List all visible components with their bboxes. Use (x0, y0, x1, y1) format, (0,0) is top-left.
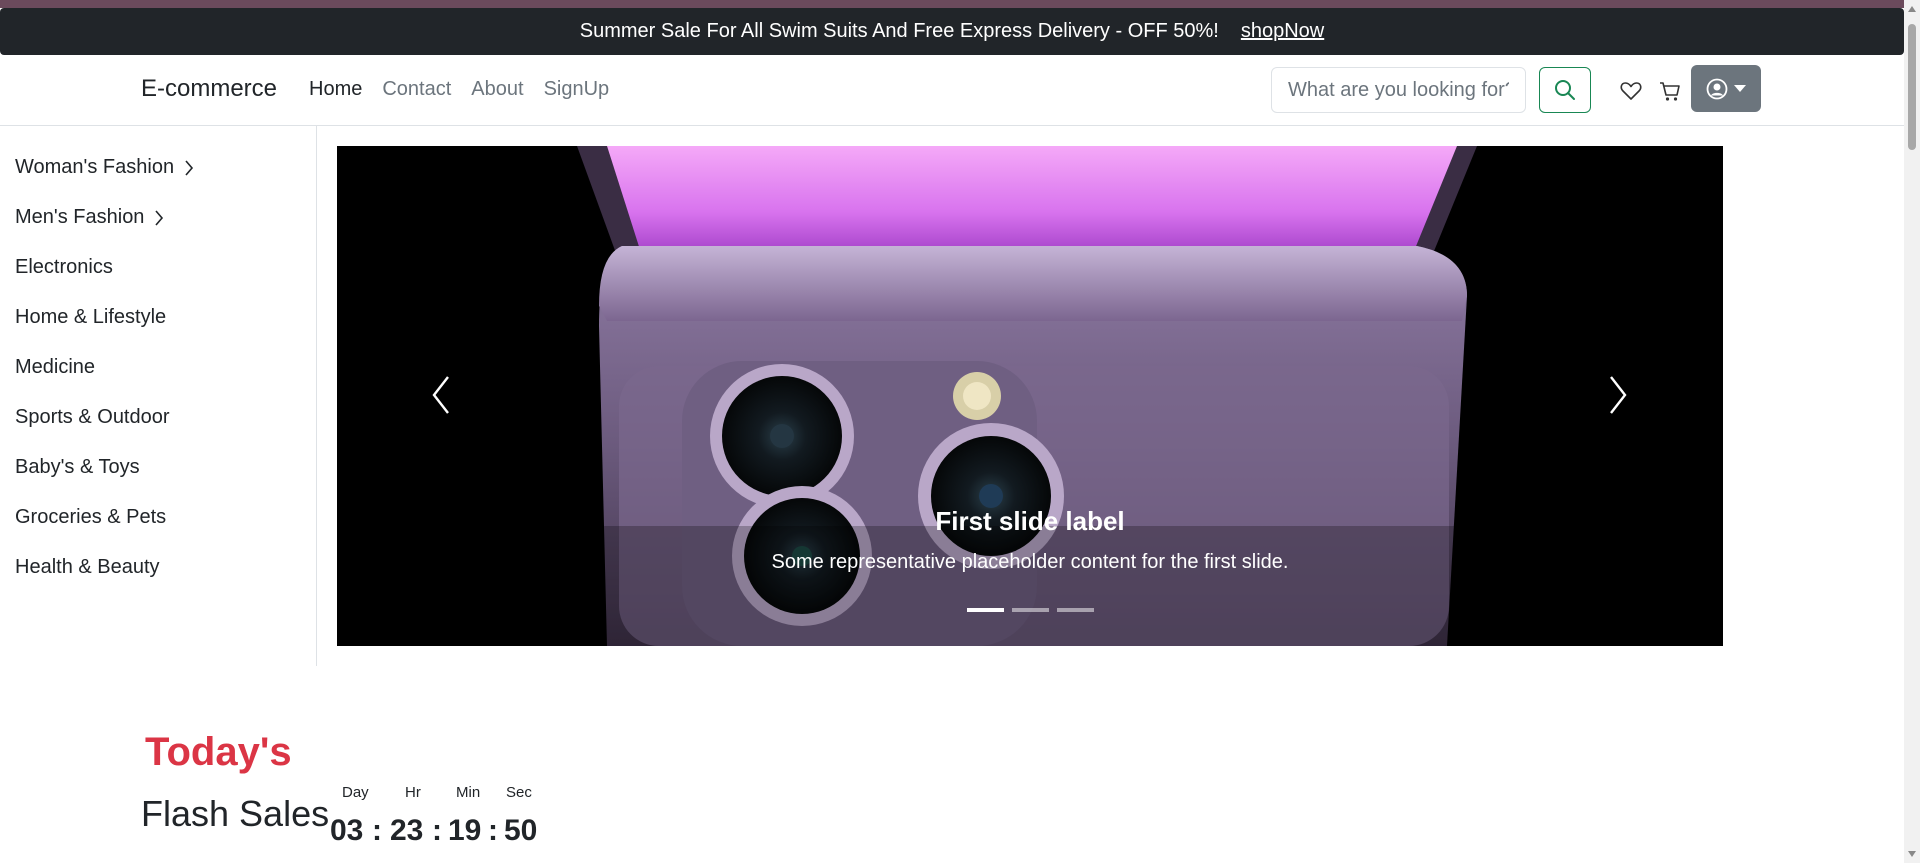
sidebar-item-label: Baby's & Toys (15, 456, 140, 478)
user-menu-button[interactable] (1691, 65, 1761, 112)
promo-bar: Summer Sale For All Swim Suits And Free … (0, 8, 1904, 55)
sidebar-item-label: Sports & Outdoor (15, 406, 170, 428)
shop-now-link[interactable]: shopNow (1241, 20, 1324, 43)
sidebar-item-label: Home & Lifestyle (15, 306, 167, 328)
slide-caption-text: Some representative placeholder content … (771, 551, 1289, 573)
category-sidebar: Woman's Fashion Men's Fashion Electronic… (0, 126, 317, 666)
search-icon (1555, 80, 1575, 100)
cart-icon (1660, 82, 1680, 101)
scroll-down-icon[interactable] (1907, 849, 1917, 859)
sidebar-item-health-beauty[interactable]: Health & Beauty (15, 556, 160, 579)
sidebar-item-electronics[interactable]: Electronics (15, 256, 113, 279)
nav-link-about[interactable]: About (471, 78, 523, 101)
search-input[interactable] (1271, 67, 1526, 113)
timer-separator: : (488, 814, 498, 847)
timer-label-hr: Hr (405, 784, 421, 801)
carousel-prev-button[interactable] (421, 372, 461, 418)
sidebar-item-babys-toys[interactable]: Baby's & Toys (15, 456, 140, 479)
timer-value-hr: 23 (390, 814, 424, 847)
timer-separator: : (432, 814, 442, 847)
section-tag: Today's (145, 730, 292, 774)
hero-carousel: First slide label Some representative pl… (337, 146, 1723, 646)
search-button[interactable] (1539, 67, 1591, 113)
promo-text: Summer Sale For All Swim Suits And Free … (579, 20, 1219, 42)
user-circle-icon (1706, 78, 1728, 99)
carousel-indicator-3[interactable] (1056, 608, 1094, 612)
sidebar-item-label: Woman's Fashion (15, 156, 175, 178)
cart-button[interactable] (1658, 79, 1682, 103)
timer-label-day: Day (342, 784, 369, 801)
nav-link-contact[interactable]: Contact (382, 78, 451, 101)
chevron-right-icon (184, 159, 194, 176)
wishlist-button[interactable] (1619, 79, 1643, 103)
timer-value-sec: 50 (504, 814, 538, 847)
sidebar-item-label: Groceries & Pets (15, 506, 167, 528)
sidebar-item-groceries-pets[interactable]: Groceries & Pets (15, 506, 166, 529)
sidebar-item-sports-outdoor[interactable]: Sports & Outdoor (15, 406, 170, 429)
sidebar-item-medicine[interactable]: Medicine (15, 356, 95, 379)
nav-link-signup[interactable]: SignUp (544, 78, 610, 101)
brand-logo[interactable]: E-commerce (141, 75, 277, 103)
sidebar-item-home-lifestyle[interactable]: Home & Lifestyle (15, 306, 166, 329)
chevron-right-icon (154, 209, 164, 226)
carousel-indicator-1[interactable] (966, 608, 1004, 612)
sidebar-item-label: Health & Beauty (15, 556, 160, 578)
page-scrollbar[interactable] (1904, 0, 1920, 863)
chevron-left-icon (432, 376, 449, 414)
timer-value-day: 03 (330, 814, 364, 847)
navbar: E-commerce Home Contact About SignUp (0, 55, 1904, 126)
carousel-next-button[interactable] (1598, 372, 1638, 418)
nav-links: Home Contact About SignUp (309, 78, 629, 101)
heart-icon (1620, 82, 1642, 100)
section-title: Flash Sales (141, 793, 330, 834)
sidebar-item-label: Electronics (15, 256, 113, 278)
timer-value-min: 19 (448, 814, 482, 847)
timer-separator: : (372, 814, 382, 847)
sidebar-item-womens-fashion[interactable]: Woman's Fashion (15, 156, 194, 179)
nav-link-home[interactable]: Home (309, 78, 362, 101)
sidebar-item-label: Men's Fashion (15, 206, 145, 228)
chevron-right-icon (1610, 376, 1627, 414)
scroll-up-icon[interactable] (1907, 4, 1917, 14)
carousel-indicator-2[interactable] (1011, 608, 1049, 612)
caret-down-icon (1734, 84, 1746, 92)
slide-caption-title: First slide label (935, 506, 1125, 536)
sidebar-item-mens-fashion[interactable]: Men's Fashion (15, 206, 164, 229)
timer-label-min: Min (456, 784, 481, 801)
timer-label-sec: Sec (506, 784, 532, 801)
window-top-strip (0, 0, 1904, 8)
sidebar-item-label: Medicine (15, 356, 96, 378)
scrollbar-thumb[interactable] (1908, 24, 1916, 150)
carousel-indicators (337, 608, 1723, 612)
